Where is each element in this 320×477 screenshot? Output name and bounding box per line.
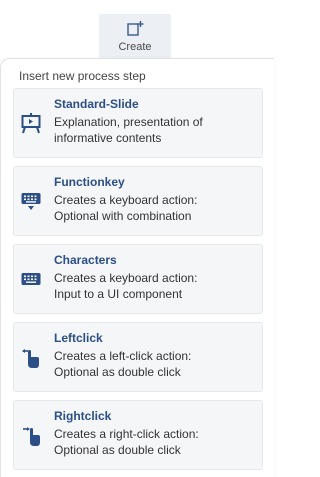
step-functionkey[interactable]: Functionkey Creates a keyboard action: O… xyxy=(13,166,263,236)
create-button-label: Create xyxy=(118,41,152,53)
step-leftclick[interactable]: Leftclick Creates a left-click action: O… xyxy=(13,322,263,392)
step-title: Functionkey xyxy=(54,175,125,189)
left-click-hand-icon xyxy=(22,349,39,368)
step-title: Leftclick xyxy=(54,331,103,345)
add-page-icon xyxy=(127,21,144,36)
step-standard-slide[interactable]: Standard-Slide Explanation, presentation… xyxy=(13,88,263,158)
step-rightclick[interactable]: Rightclick Creates a right-click action:… xyxy=(13,400,263,470)
keyboard-down-icon xyxy=(21,193,41,210)
step-description: Explanation, presentation of informative… xyxy=(54,115,203,145)
insert-step-panel: Insert new process step Standard-Slide E… xyxy=(0,58,274,477)
keyboard-icon xyxy=(21,273,41,285)
step-title: Standard-Slide xyxy=(54,97,139,111)
step-description: Creates a keyboard action: Input to a UI… xyxy=(54,271,198,301)
presentation-board-icon xyxy=(21,113,41,134)
section-title: Insert new process step xyxy=(19,69,146,83)
step-description: Creates a keyboard action: Optional with… xyxy=(54,193,198,223)
step-title: Rightclick xyxy=(54,409,112,423)
step-characters[interactable]: Characters Creates a keyboard action: In… xyxy=(13,244,263,314)
right-click-hand-icon xyxy=(23,427,40,446)
step-description: Creates a right-click action: Optional a… xyxy=(54,427,199,457)
step-title: Characters xyxy=(54,253,117,267)
step-description: Creates a left-click action: Optional as… xyxy=(54,349,192,379)
create-button[interactable]: Create xyxy=(99,14,171,58)
